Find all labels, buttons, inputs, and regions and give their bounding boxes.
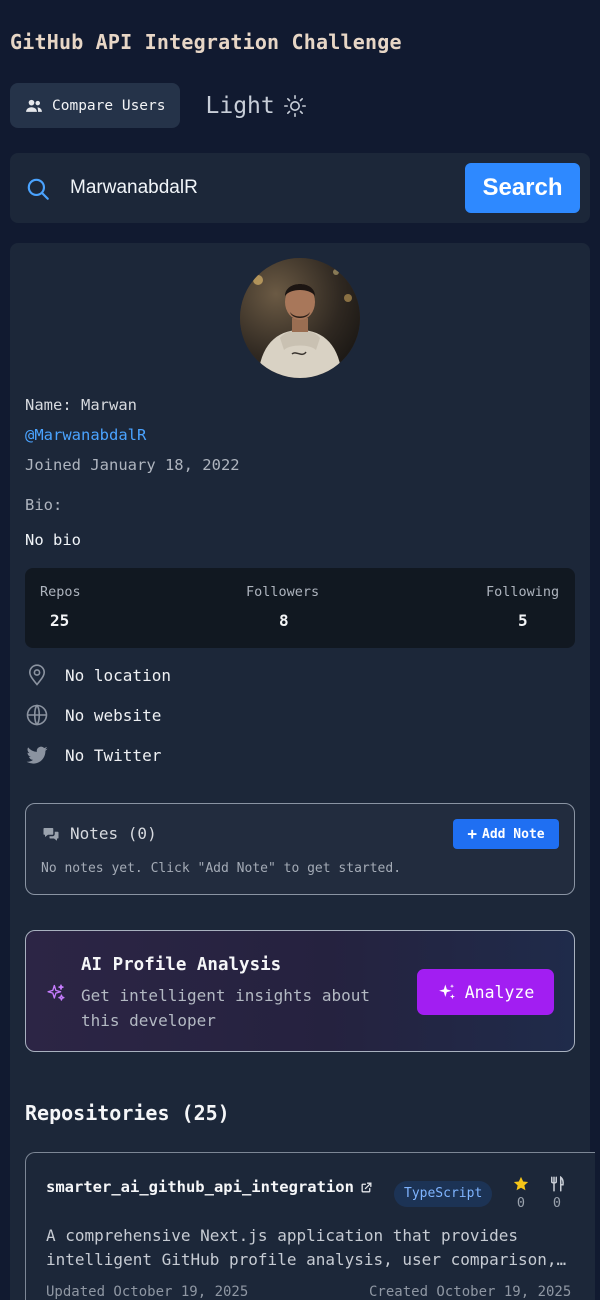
website-text: No website bbox=[65, 705, 162, 725]
theme-toggle[interactable]: Light bbox=[206, 93, 307, 119]
repo-language-badge: TypeScript bbox=[394, 1181, 493, 1207]
search-input[interactable] bbox=[68, 170, 458, 206]
notes-title: Notes (0) bbox=[70, 824, 157, 843]
repo-created-date: Created October 19, 2025 bbox=[369, 1284, 572, 1300]
repo-stars: 0 bbox=[511, 1175, 531, 1211]
profile-card: Name: Marwan @MarwanabdalR Joined Januar… bbox=[10, 243, 595, 1300]
repo-description: A comprehensive Next.js application that… bbox=[46, 1224, 571, 1272]
star-icon bbox=[513, 1176, 529, 1191]
twitter-row: No Twitter bbox=[25, 743, 161, 767]
repo-name: smarter_ai_github_api_integration bbox=[46, 1178, 354, 1196]
location-row: No location bbox=[25, 663, 171, 687]
notes-empty-text: No notes yet. Click "Add Note" to get st… bbox=[41, 861, 402, 876]
repo-name-link[interactable]: smarter_ai_github_api_integration bbox=[46, 1178, 373, 1196]
repo-forks-count: 0 bbox=[552, 1195, 562, 1211]
profile-stats: Repos 25 Followers 8 Following 5 bbox=[25, 568, 575, 648]
compare-users-button[interactable]: Compare Users bbox=[10, 83, 180, 128]
repo-stars-count: 0 bbox=[516, 1195, 526, 1211]
add-note-label: Add Note bbox=[482, 826, 545, 842]
analyze-label: Analyze bbox=[464, 982, 535, 1002]
location-text: No location bbox=[65, 665, 171, 685]
repositories-heading: Repositories (25) bbox=[25, 1101, 230, 1125]
sparkles-icon bbox=[47, 984, 65, 1001]
search-bar: Search bbox=[10, 153, 590, 223]
repos-stat-value: 25 bbox=[50, 611, 70, 630]
external-link-icon bbox=[361, 1182, 372, 1192]
add-note-button[interactable]: + Add Note bbox=[453, 819, 559, 849]
users-icon bbox=[26, 99, 42, 112]
repo-description-line-1: A comprehensive Next.js application that… bbox=[46, 1226, 519, 1245]
twitter-icon bbox=[26, 746, 48, 764]
fork-icon bbox=[551, 1175, 564, 1192]
followers-stat-label: Followers bbox=[246, 584, 320, 600]
location-icon bbox=[28, 664, 46, 686]
globe-icon bbox=[26, 704, 48, 726]
app-title: GitHub API Integration Challenge bbox=[10, 30, 402, 54]
bio-value: No bio bbox=[25, 531, 81, 549]
notes-header: Notes (0) bbox=[42, 824, 157, 843]
ai-analysis-subtitle: Get intelligent insights about this deve… bbox=[81, 986, 370, 1030]
repo-card[interactable]: smarter_ai_github_api_integration TypeSc… bbox=[25, 1152, 595, 1300]
bio-label: Bio: bbox=[25, 496, 63, 514]
compare-users-label: Compare Users bbox=[52, 97, 166, 114]
repos-stat-label: Repos bbox=[40, 584, 81, 600]
avatar bbox=[240, 258, 360, 378]
search-button[interactable]: Search bbox=[465, 163, 580, 213]
theme-label: Light bbox=[205, 92, 275, 119]
ai-analysis-title: AI Profile Analysis bbox=[81, 955, 282, 975]
plus-icon: + bbox=[467, 824, 477, 843]
search-icon bbox=[27, 178, 49, 200]
sun-icon bbox=[283, 94, 306, 117]
website-row: No website bbox=[25, 703, 161, 727]
repo-updated-date: Updated October 19, 2025 bbox=[46, 1284, 249, 1300]
following-stat-value: 5 bbox=[518, 611, 528, 630]
repo-forks: 0 bbox=[547, 1175, 567, 1211]
followers-stat-value: 8 bbox=[279, 611, 289, 630]
profile-login-link[interactable]: @MarwanabdalR bbox=[25, 426, 146, 444]
profile-name: Name: Marwan bbox=[25, 396, 137, 414]
following-stat-label: Following bbox=[486, 584, 560, 600]
notes-icon bbox=[43, 827, 59, 841]
joined-date: Joined January 18, 2022 bbox=[25, 456, 240, 474]
twitter-text: No Twitter bbox=[65, 745, 162, 765]
analyze-button[interactable]: Analyze bbox=[417, 969, 554, 1015]
sparkles-icon bbox=[438, 984, 455, 1000]
top-toolbar: Compare Users Light bbox=[10, 83, 307, 128]
notes-panel: Notes (0) + Add Note No notes yet. Click… bbox=[25, 803, 575, 895]
ai-analysis-panel: AI Profile Analysis Get intelligent insi… bbox=[25, 930, 575, 1052]
repo-description-line-2: intelligent GitHub profile analysis, use… bbox=[46, 1250, 571, 1269]
